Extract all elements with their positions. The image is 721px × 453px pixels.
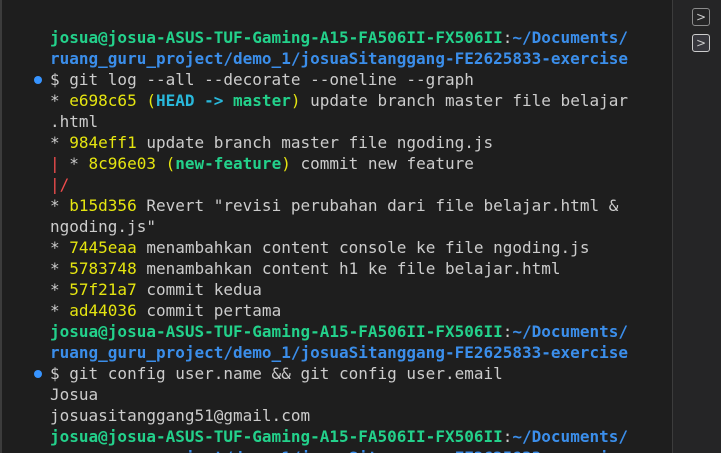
chevron-right-icon: > (695, 36, 707, 50)
terminal-line: josua@josua-ASUS-TUF-Gaming-A15-FA506II-… (50, 426, 628, 447)
terminal-text-segment: ( (146, 91, 156, 110)
terminal-text-segment: HEAD -> (155, 91, 234, 110)
terminal-text-segment: ~/Documents/ (512, 427, 628, 446)
terminal-text-segment: commit kedua (136, 280, 262, 299)
terminal-text-segment: e698c65 (69, 91, 147, 110)
terminal-text-segment: * (50, 133, 70, 152)
terminal-text-segment: ( (165, 154, 176, 173)
terminal-text-segment: 57f21a7 (69, 280, 137, 299)
terminal-line: | * 8c96e03 (new-feature) commit new fea… (50, 153, 474, 174)
command-line: $ git config user.name && git config use… (50, 363, 503, 384)
window-left-border (0, 0, 2, 453)
terminal-text-segment: menambahkan content console ke file ngod… (136, 238, 590, 257)
terminal-line: * 5783748 menambahkan content h1 ke file… (50, 258, 561, 279)
terminal-line: ruang_guru_project/demo_1/josuaSitanggan… (50, 48, 628, 69)
terminal-line: josua@josua-ASUS-TUF-Gaming-A15-FA506II-… (50, 27, 628, 48)
terminal-text-segment: b15d356 (69, 196, 137, 215)
terminal-line: * 57f21a7 commit kedua (50, 279, 262, 300)
terminal-line: Josua (50, 384, 98, 405)
terminal-line: josua@josua-ASUS-TUF-Gaming-A15-FA506II-… (50, 321, 628, 342)
terminal-text-segment: Revert "revisi perubahan dari file belaj… (136, 196, 619, 215)
terminal-panel[interactable]: josua@josua-ASUS-TUF-Gaming-A15-FA506II-… (24, 0, 672, 453)
terminal-tab-button-2[interactable]: > (692, 34, 710, 52)
terminal-text-segment: * (50, 280, 70, 299)
terminal-line: .html (50, 111, 98, 132)
terminal-text-segment: : (502, 427, 513, 446)
terminal-text-segment: ad44036 (69, 301, 137, 320)
terminal-text-segment: 7445eaa (69, 238, 137, 257)
terminal-tab-button-1[interactable]: > (692, 8, 710, 26)
terminal-text-segment: update branch master file ngoding.js (136, 133, 494, 152)
terminal-text-segment: : (502, 322, 513, 341)
command-status-dot[interactable] (34, 370, 42, 378)
chevron-right-icon: > (695, 10, 707, 24)
terminal-text-segment: menambahkan content h1 ke file belajar.h… (136, 259, 561, 278)
terminal-text-segment: : (502, 28, 513, 47)
terminal-text-segment: | (50, 154, 70, 173)
terminal-text-segment: ngoding.js" (50, 217, 156, 236)
terminal-text-segment: 8c96e03 (88, 154, 166, 173)
terminal-text-segment: 984eff1 (69, 133, 137, 152)
terminal-text-segment: |/ (50, 175, 70, 194)
terminal-text-segment: master (233, 91, 291, 110)
terminal-text-segment: ~/Documents/ (512, 28, 628, 47)
terminal-text-segment: ruang_guru_project/demo_1/josuaSitanggan… (50, 343, 628, 362)
terminal-text-segment: josuasitanggang51@gmail.com (50, 406, 311, 425)
terminal-text-segment: josua@josua-ASUS-TUF-Gaming-A15-FA506II-… (50, 28, 503, 47)
terminal-text-segment: 5783748 (69, 259, 137, 278)
terminal-text-segment: ruang_guru_project/demo_1/josuaSitanggan… (50, 448, 628, 453)
terminal-text-segment: ) (281, 154, 291, 173)
terminal-text-segment: .html (50, 112, 99, 131)
terminal-text-segment: josua@josua-ASUS-TUF-Gaming-A15-FA506II-… (50, 427, 503, 446)
terminal-text-segment: commit new feature (290, 154, 474, 173)
terminal-text-segment: * (50, 301, 70, 320)
terminal-line: ruang_guru_project/demo_1/josuaSitanggan… (50, 342, 628, 363)
terminal-line: ruang_guru_project/demo_1/josuaSitanggan… (50, 447, 628, 453)
terminal-line: * 984eff1 update branch master file ngod… (50, 132, 493, 153)
terminal-text-segment: commit pertama (136, 301, 282, 320)
terminal-line: * ad44036 commit pertama (50, 300, 281, 321)
terminal-text-segment: * (50, 196, 70, 215)
command-status-dot[interactable] (34, 76, 42, 84)
terminal-text-segment: josua@josua-ASUS-TUF-Gaming-A15-FA506II-… (50, 322, 503, 341)
terminal-text-segment: * (69, 154, 89, 173)
terminal-text-segment: * (50, 91, 70, 110)
terminal-text-segment: ruang_guru_project/demo_1/josuaSitanggan… (50, 49, 628, 68)
terminal-side-panel: > > (672, 0, 721, 453)
terminal-text-segment: ~/Documents/ (512, 322, 628, 341)
terminal-line: * e698c65 (HEAD -> master) update branch… (50, 90, 628, 111)
command-line: $ git log --all --decorate --oneline --g… (50, 69, 474, 90)
terminal-line: |/ (50, 174, 69, 195)
terminal-text-segment: * (50, 238, 70, 257)
terminal-text-segment: * (50, 259, 70, 278)
terminal-text-segment: update branch master file belajar (300, 91, 628, 110)
terminal-text-segment: Josua (50, 385, 99, 404)
terminal-line: * 7445eaa menambahkan content console ke… (50, 237, 589, 258)
terminal-text-segment: new-feature (175, 154, 282, 173)
terminal-line: ngoding.js" (50, 216, 156, 237)
terminal-line: josuasitanggang51@gmail.com (50, 405, 310, 426)
terminal-line: * b15d356 Revert "revisi perubahan dari … (50, 195, 618, 216)
terminal-text-segment: $ git config user.name && git config use… (50, 364, 503, 383)
terminal-text-segment: $ git log --all --decorate --oneline --g… (50, 70, 474, 89)
